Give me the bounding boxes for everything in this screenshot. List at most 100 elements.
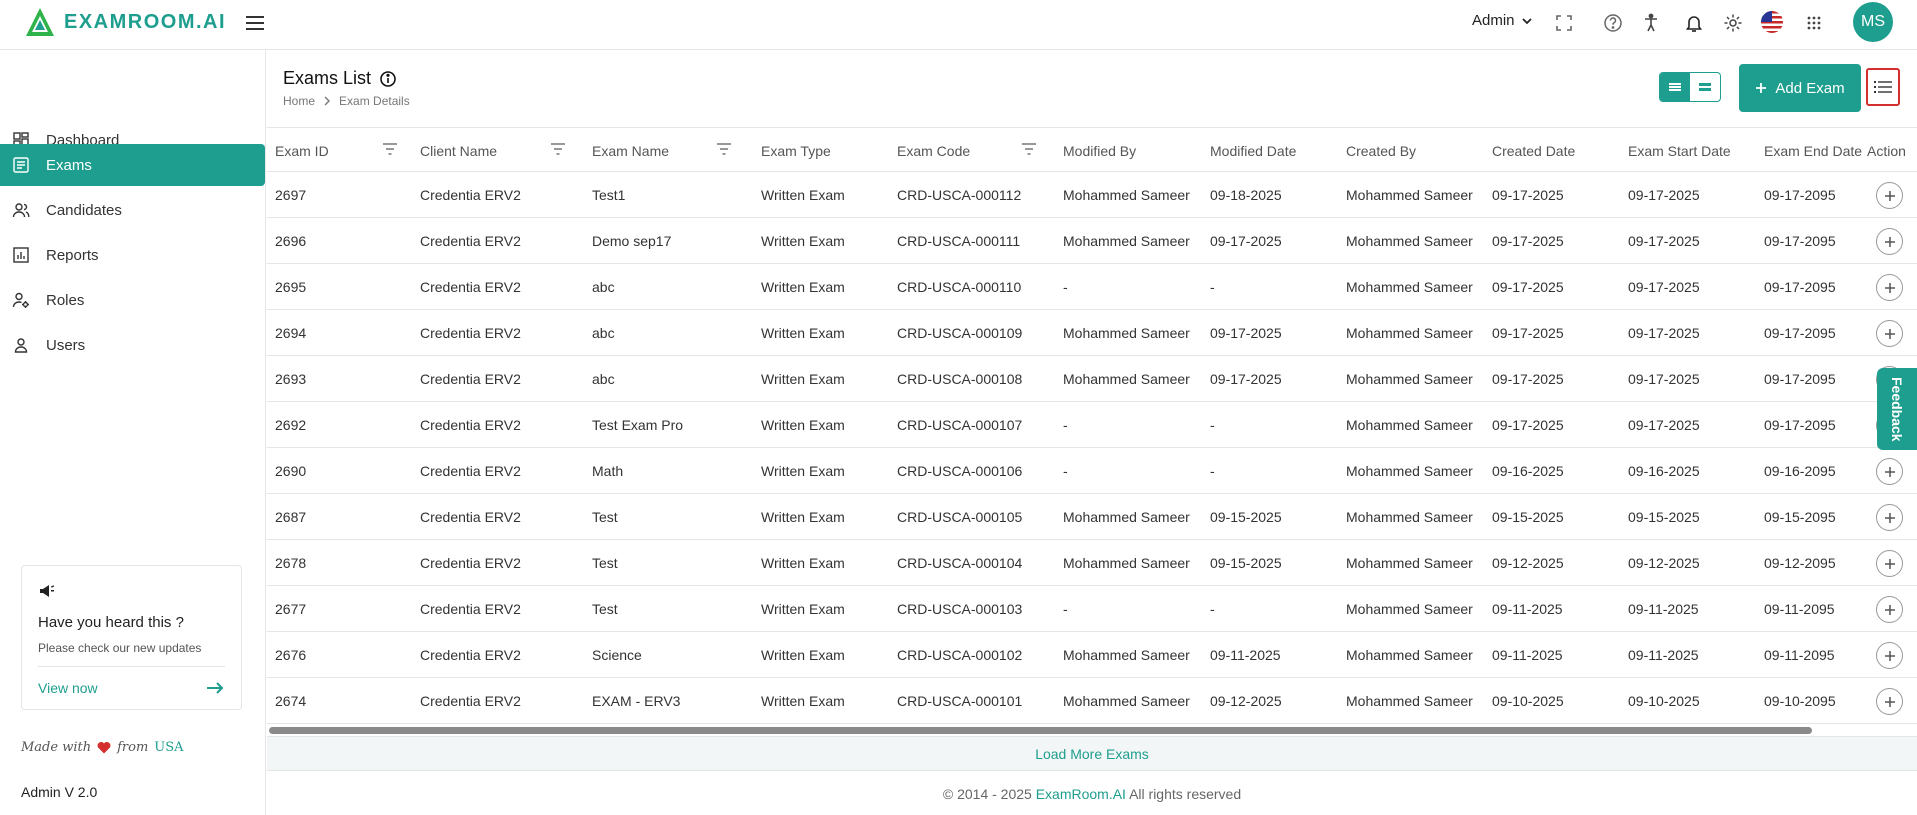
table-cell: 09-17-2025 xyxy=(1492,371,1564,387)
table-cell: Test Exam Pro xyxy=(592,417,684,433)
column-header-created-date[interactable]: Created Date xyxy=(1492,128,1575,173)
table-cell: Credentia ERV2 xyxy=(420,647,521,663)
table-cell: Mohammed Sameer xyxy=(1346,233,1473,249)
filter-icon[interactable] xyxy=(550,142,566,156)
table-cell: 09-15-2095 xyxy=(1764,509,1836,525)
row-action-button[interactable] xyxy=(1876,596,1903,623)
fullscreen-icon[interactable] xyxy=(1553,12,1575,34)
table-cell: 09-17-2095 xyxy=(1764,417,1836,433)
column-header-exam-code[interactable]: Exam Code xyxy=(897,128,1036,173)
column-header-created-by[interactable]: Created By xyxy=(1346,128,1416,173)
made-with-love: Made with from USA xyxy=(21,740,184,755)
breadcrumb-home[interactable]: Home xyxy=(283,94,315,108)
table-cell: Written Exam xyxy=(761,693,845,709)
help-icon[interactable] xyxy=(1602,12,1624,34)
arrow-right-icon[interactable] xyxy=(205,680,225,696)
compact-view-icon xyxy=(1699,82,1711,92)
table-cell: 2674 xyxy=(275,693,307,709)
table-row[interactable]: 2674 Credentia ERV2 EXAM - ERV3 Written Exa… xyxy=(267,678,1917,724)
row-action-button[interactable] xyxy=(1876,274,1903,301)
row-action-button[interactable] xyxy=(1876,688,1903,715)
plus-icon xyxy=(1884,650,1896,662)
table-cell: 09-12-2025 xyxy=(1210,693,1282,709)
table-row[interactable]: 2694 Credentia ERV2 abc Written Exam CRD-USC… xyxy=(267,310,1917,356)
table-cell: 2696 xyxy=(275,233,307,249)
table-row[interactable]: 2696 Credentia ERV2 Demo sep17 Written Exam… xyxy=(267,218,1917,264)
load-more-link[interactable]: Load More Exams xyxy=(1035,746,1149,762)
table-row[interactable]: 2693 Credentia ERV2 abc Written Exam CRD-USC… xyxy=(267,356,1917,402)
menu-icon[interactable] xyxy=(244,12,266,34)
row-action-button[interactable] xyxy=(1876,550,1903,577)
sidebar-item-exams[interactable]: Exams xyxy=(0,144,265,186)
table-cell: Written Exam xyxy=(761,233,845,249)
admin-dropdown[interactable]: Admin xyxy=(1472,12,1533,29)
table-row[interactable]: 2692 Credentia ERV2 Test Exam Pro Written E… xyxy=(267,402,1917,448)
table-row[interactable]: 2678 Credentia ERV2 Test Written Exam CRD-US… xyxy=(267,540,1917,586)
logo[interactable]: EXAMROOM.AI xyxy=(24,6,226,38)
table-cell: - xyxy=(1063,463,1068,479)
table-header: Exam ID Client Name Exam Name Exam Type … xyxy=(267,127,1917,172)
heart-icon xyxy=(97,741,111,754)
column-header-exam-start-date[interactable]: Exam Start Date xyxy=(1628,128,1731,173)
table-cell: - xyxy=(1063,601,1068,617)
table-cell: - xyxy=(1063,279,1068,295)
us-flag-icon[interactable] xyxy=(1760,10,1784,34)
table-cell: Mohammed Sameer xyxy=(1346,693,1473,709)
apps-grid-icon[interactable] xyxy=(1803,12,1825,34)
compact-view-button[interactable] xyxy=(1690,73,1720,101)
table-row[interactable]: 2690 Credentia ERV2 Math Written Exam CRD-US… xyxy=(267,448,1917,494)
table-row[interactable]: 2687 Credentia ERV2 Test Written Exam CRD-US… xyxy=(267,494,1917,540)
feedback-tab[interactable]: Feedback xyxy=(1877,368,1917,450)
sidebar-item-users[interactable]: Users xyxy=(0,324,265,366)
table-cell: Credentia ERV2 xyxy=(420,371,521,387)
table-body: 2697 Credentia ERV2 Test1 Written Exam CRD-U… xyxy=(267,172,1917,724)
list-view-button[interactable] xyxy=(1660,73,1690,101)
table-row[interactable]: 2697 Credentia ERV2 Test1 Written Exam CRD-U… xyxy=(267,172,1917,218)
add-exam-button[interactable]: Add Exam xyxy=(1739,64,1861,112)
table-cell: Mohammed Sameer xyxy=(1346,325,1473,341)
table-cell: 09-17-2025 xyxy=(1492,279,1564,295)
horizontal-scrollbar[interactable] xyxy=(269,727,1812,734)
column-header-client-name[interactable]: Client Name xyxy=(420,128,565,173)
table-cell: 2694 xyxy=(275,325,307,341)
table-cell: abc xyxy=(592,371,615,387)
column-header-exam-name[interactable]: Exam Name xyxy=(592,128,731,173)
avatar[interactable]: MS xyxy=(1853,2,1893,42)
column-header-label: Exam Name xyxy=(592,142,670,159)
table-row[interactable]: 2676 Credentia ERV2 Science Written Exam CRD… xyxy=(267,632,1917,678)
column-header-label: Exam End Date xyxy=(1764,142,1863,159)
filter-icon[interactable] xyxy=(1021,142,1037,156)
sidebar-item-reports[interactable]: Reports xyxy=(0,234,265,276)
column-header-modified-by[interactable]: Modified By xyxy=(1063,128,1136,173)
footer-rights: All rights reserved xyxy=(1129,786,1242,802)
page-title: Exams List xyxy=(283,68,397,89)
column-header-modified-date[interactable]: Modified Date xyxy=(1210,128,1296,173)
table-cell: Written Exam xyxy=(761,279,845,295)
column-header-exam-id[interactable]: Exam ID xyxy=(275,128,397,173)
row-action-button[interactable] xyxy=(1876,182,1903,209)
column-header-exam-end-date[interactable]: Exam End Date xyxy=(1764,128,1862,173)
footer-brand-link[interactable]: ExamRoom.AI xyxy=(1036,786,1126,802)
column-settings-button[interactable] xyxy=(1866,68,1900,106)
view-now-link[interactable]: View now xyxy=(38,680,98,696)
column-header-exam-type[interactable]: Exam Type xyxy=(761,128,831,173)
table-row[interactable]: 2677 Credentia ERV2 Test Written Exam CRD-US… xyxy=(267,586,1917,632)
footer-copyright: © 2014 - 2025 xyxy=(942,786,1032,802)
gear-icon[interactable] xyxy=(1722,12,1744,34)
bell-icon[interactable] xyxy=(1683,12,1705,34)
row-action-button[interactable] xyxy=(1876,320,1903,347)
sidebar-item-roles[interactable]: Roles xyxy=(0,279,265,321)
accessibility-icon[interactable] xyxy=(1640,12,1662,34)
table-cell: Written Exam xyxy=(761,647,845,663)
row-action-button[interactable] xyxy=(1876,228,1903,255)
table-row[interactable]: 2695 Credentia ERV2 abc Written Exam CRD-USC… xyxy=(267,264,1917,310)
filter-icon[interactable] xyxy=(716,142,732,156)
table-cell: CRD-USCA-000111 xyxy=(897,233,1021,249)
filter-icon[interactable] xyxy=(382,142,398,156)
sidebar-item-candidates[interactable]: Candidates xyxy=(0,189,265,231)
row-action-button[interactable] xyxy=(1876,642,1903,669)
row-action-button[interactable] xyxy=(1876,504,1903,531)
row-action-button[interactable] xyxy=(1876,458,1903,485)
table-cell: 09-17-2025 xyxy=(1492,233,1564,249)
info-icon[interactable] xyxy=(379,70,397,88)
